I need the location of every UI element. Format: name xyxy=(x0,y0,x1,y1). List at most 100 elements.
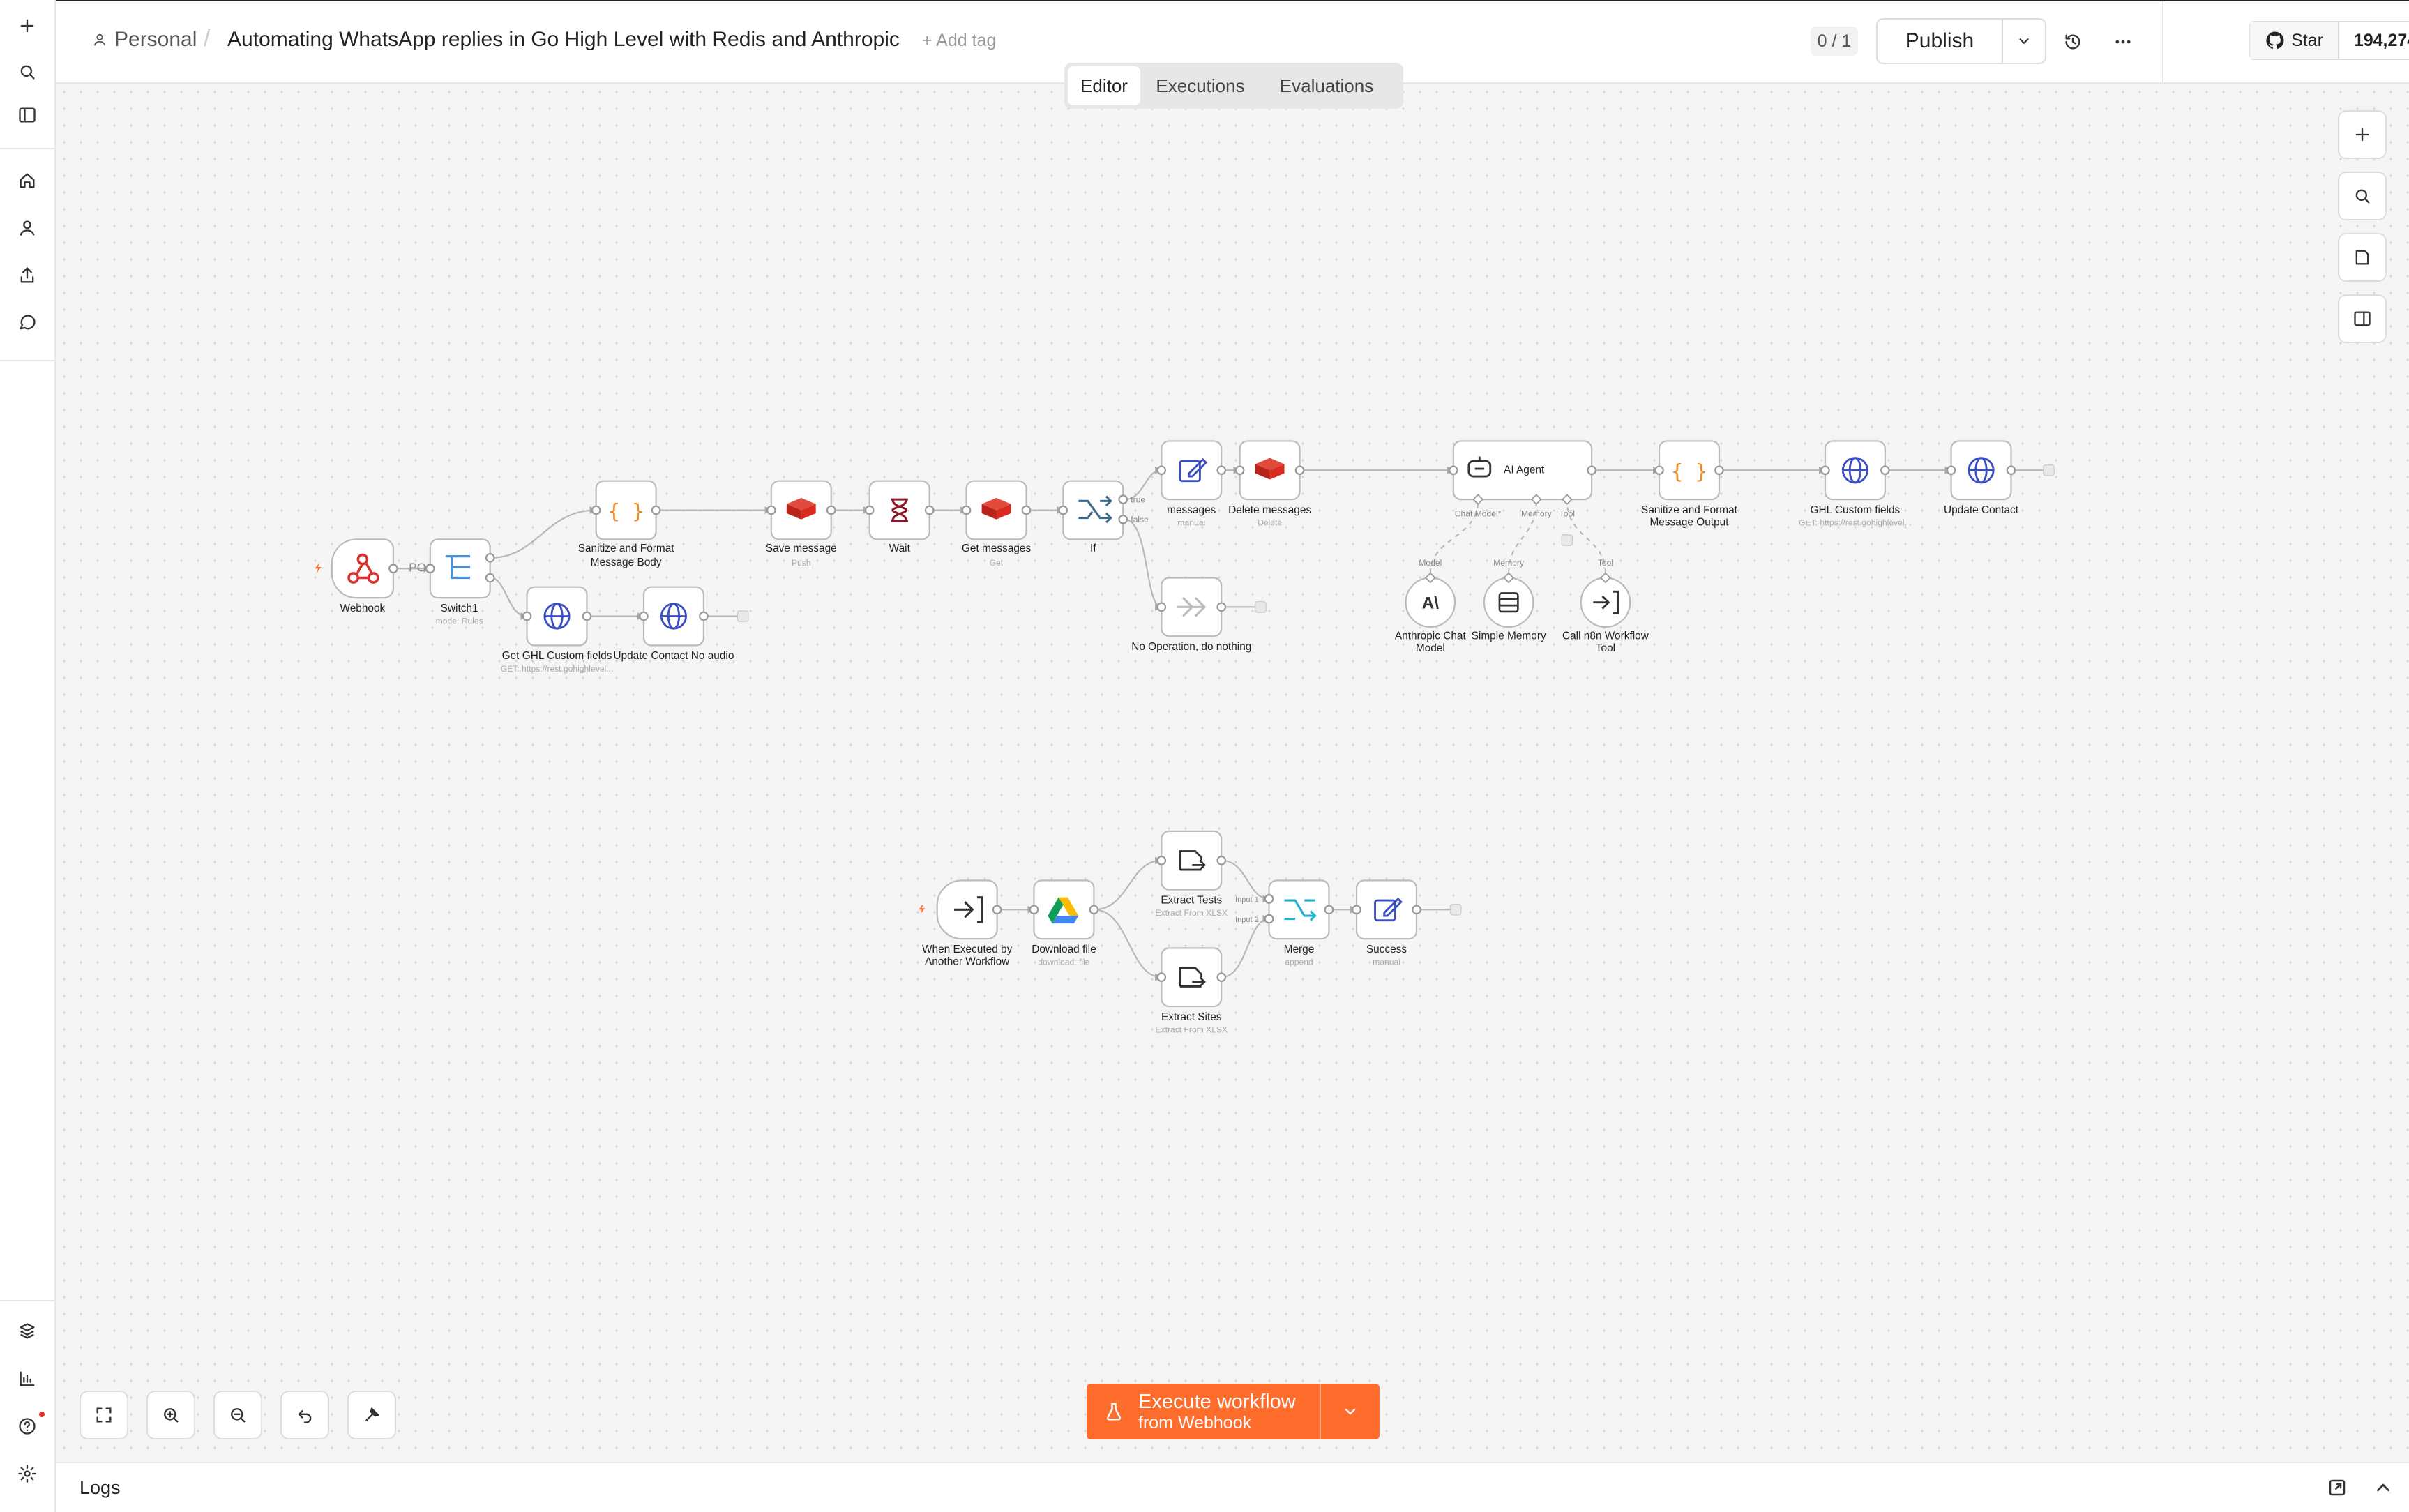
trigger-bolt-icon xyxy=(315,562,322,573)
undo-icon[interactable] xyxy=(280,1391,329,1439)
node-label: When Executed by xyxy=(922,944,1013,955)
node-label: Extract Sites xyxy=(1161,1011,1222,1023)
node-subtitle: mode: Rules xyxy=(436,617,483,626)
node-label: Wait xyxy=(889,543,911,554)
node-wait[interactable]: Wait xyxy=(864,480,935,554)
node-switch1[interactable]: Switch1 mode: Rules xyxy=(425,538,495,626)
node-label: Another Workflow xyxy=(925,956,1010,968)
node-label: Message Body xyxy=(591,557,662,568)
port-label-memory: Memory xyxy=(1521,508,1553,518)
anthropic-icon: A\ xyxy=(1422,594,1439,613)
node-label: Delete messages xyxy=(1228,504,1311,516)
node-subtitle: GET: https://rest.gohighlevel... xyxy=(501,664,614,674)
port-label-memory: Memory xyxy=(1493,558,1525,568)
node-get-ghl-custom-fields[interactable]: Get GHL Custom fields GET: https://rest.… xyxy=(501,586,614,674)
node-merge[interactable]: Input 1 Input 2 Merge append xyxy=(1235,879,1334,967)
port-label-input1: Input 1 xyxy=(1235,895,1259,904)
node-label: Update Contact No audio xyxy=(613,650,734,662)
port-label-tool: Tool xyxy=(1560,508,1575,518)
workflow-graph: POST Webhook Switch1 mode: Rules { } San… xyxy=(315,440,2055,1035)
chevron-down-icon[interactable] xyxy=(1321,1384,1380,1439)
node-label: Sanitize and Format xyxy=(578,543,675,554)
node-label: Success xyxy=(1366,944,1407,955)
node-label: messages xyxy=(1167,504,1216,516)
port-label-model: Model xyxy=(1419,558,1442,568)
port-label-false: false xyxy=(1131,515,1149,524)
node-update-contact-no-audio[interactable]: Update Contact No audio xyxy=(613,586,749,663)
tidy-up-icon[interactable] xyxy=(347,1391,396,1439)
node-label: Download file xyxy=(1032,944,1096,955)
node-label: No Operation, do nothing xyxy=(1131,641,1251,653)
node-get-messages[interactable]: Get messages Get xyxy=(961,480,1032,568)
add-node-plus-icon[interactable] xyxy=(1449,903,1462,916)
node-label: Get messages xyxy=(962,543,1032,554)
node-label: Webhook xyxy=(340,603,385,614)
node-label: Message Output xyxy=(1649,517,1729,529)
sticky-note-icon[interactable] xyxy=(2338,233,2387,282)
execute-label: Execute workflow xyxy=(1138,1391,1296,1413)
code-icon: { } xyxy=(1671,459,1707,483)
node-sanitize-message-body[interactable]: { } Sanitize and Format Message Body xyxy=(578,480,675,568)
search-nodes-icon[interactable] xyxy=(2338,172,2387,220)
node-subtitle: manual xyxy=(1177,518,1205,528)
node-label: Extract Tests xyxy=(1161,894,1222,906)
node-when-executed-by-another-workflow[interactable]: When Executed by Another Workflow xyxy=(919,879,1013,968)
code-icon: { } xyxy=(608,499,644,523)
panel-toggle-icon[interactable] xyxy=(2338,294,2387,343)
add-node-icon[interactable] xyxy=(2338,110,2387,159)
add-node-plus-icon[interactable] xyxy=(1255,600,1267,613)
zoom-out-icon[interactable] xyxy=(213,1391,262,1439)
node-subtitle: Push xyxy=(792,558,811,568)
node-label: Update Contact xyxy=(1944,504,2019,516)
node-label: GHL Custom fields xyxy=(1811,504,1901,516)
node-if[interactable]: true false If xyxy=(1058,480,1149,554)
node-ghl-custom-fields[interactable]: GHL Custom fields GET: https://rest.gohi… xyxy=(1799,440,1912,528)
node-delete-messages[interactable]: Delete messages Delete xyxy=(1228,440,1311,528)
node-ai-agent[interactable]: AI Agent Chat Model* Memory Tool xyxy=(1449,440,1596,546)
node-subtitle: Delete xyxy=(1258,518,1282,528)
execute-workflow-button-group: Execute workflow from Webhook xyxy=(1087,1384,1380,1439)
node-update-contact[interactable]: Update Contact xyxy=(1944,440,2055,516)
node-label: Sanitize and Format xyxy=(1641,504,1738,516)
add-tool-plus-icon[interactable] xyxy=(1561,534,1573,546)
node-subtitle: download: file xyxy=(1038,958,1089,967)
execute-workflow-button[interactable]: Execute workflow from Webhook xyxy=(1087,1384,1321,1439)
node-label: Merge xyxy=(1284,944,1315,955)
node-subtitle: Extract From XLSX xyxy=(1155,908,1228,918)
node-label: Get GHL Custom fields xyxy=(502,650,612,662)
node-label: Simple Memory xyxy=(1472,630,1546,642)
node-webhook[interactable]: POST Webhook xyxy=(315,538,443,614)
node-extract-tests[interactable]: Extract Tests Extract From XLSX xyxy=(1155,830,1228,918)
node-label: If xyxy=(1090,543,1096,554)
logs-panel[interactable]: Logs xyxy=(56,1462,2409,1512)
port-label-input2: Input 2 xyxy=(1235,916,1259,924)
node-label: Model xyxy=(1416,642,1445,654)
node-subtitle: append xyxy=(1285,958,1313,967)
node-save-message[interactable]: Save message Push xyxy=(766,480,837,568)
port-label-tool: Tool xyxy=(1598,558,1613,568)
add-node-plus-icon[interactable] xyxy=(737,610,749,622)
node-sanitize-message-output[interactable]: { } Sanitize and Format Message Output xyxy=(1641,440,1738,529)
node-download-file[interactable]: Download file download: file xyxy=(1029,879,1099,967)
node-success[interactable]: Success manual xyxy=(1352,879,1462,967)
node-label: Switch1 xyxy=(441,603,478,614)
port-label-chat-model: Chat Model* xyxy=(1455,508,1502,518)
node-extract-sites[interactable]: Extract Sites Extract From XLSX xyxy=(1155,947,1228,1035)
node-subtitle: GET: https://rest.gohighlevel... xyxy=(1799,518,1912,528)
node-label: Tool xyxy=(1596,642,1615,654)
chevron-up-icon[interactable] xyxy=(2373,1477,2394,1502)
fit-view-icon[interactable] xyxy=(80,1391,128,1439)
node-label: Save message xyxy=(766,543,837,554)
node-messages[interactable]: messages manual xyxy=(1156,440,1227,528)
node-subtitle: Extract From XLSX xyxy=(1155,1025,1228,1035)
popout-icon[interactable] xyxy=(2327,1477,2348,1502)
node-label: Call n8n Workflow xyxy=(1562,630,1649,642)
trigger-bolt-icon xyxy=(919,903,926,914)
logs-label: Logs xyxy=(80,1477,121,1498)
node-label: Anthropic Chat xyxy=(1395,630,1467,642)
add-node-plus-icon[interactable] xyxy=(2043,464,2055,476)
port-label-true: true xyxy=(1131,495,1145,505)
node-label: AI Agent xyxy=(1504,464,1545,476)
zoom-in-icon[interactable] xyxy=(146,1391,195,1439)
node-subtitle: manual xyxy=(1373,958,1400,967)
